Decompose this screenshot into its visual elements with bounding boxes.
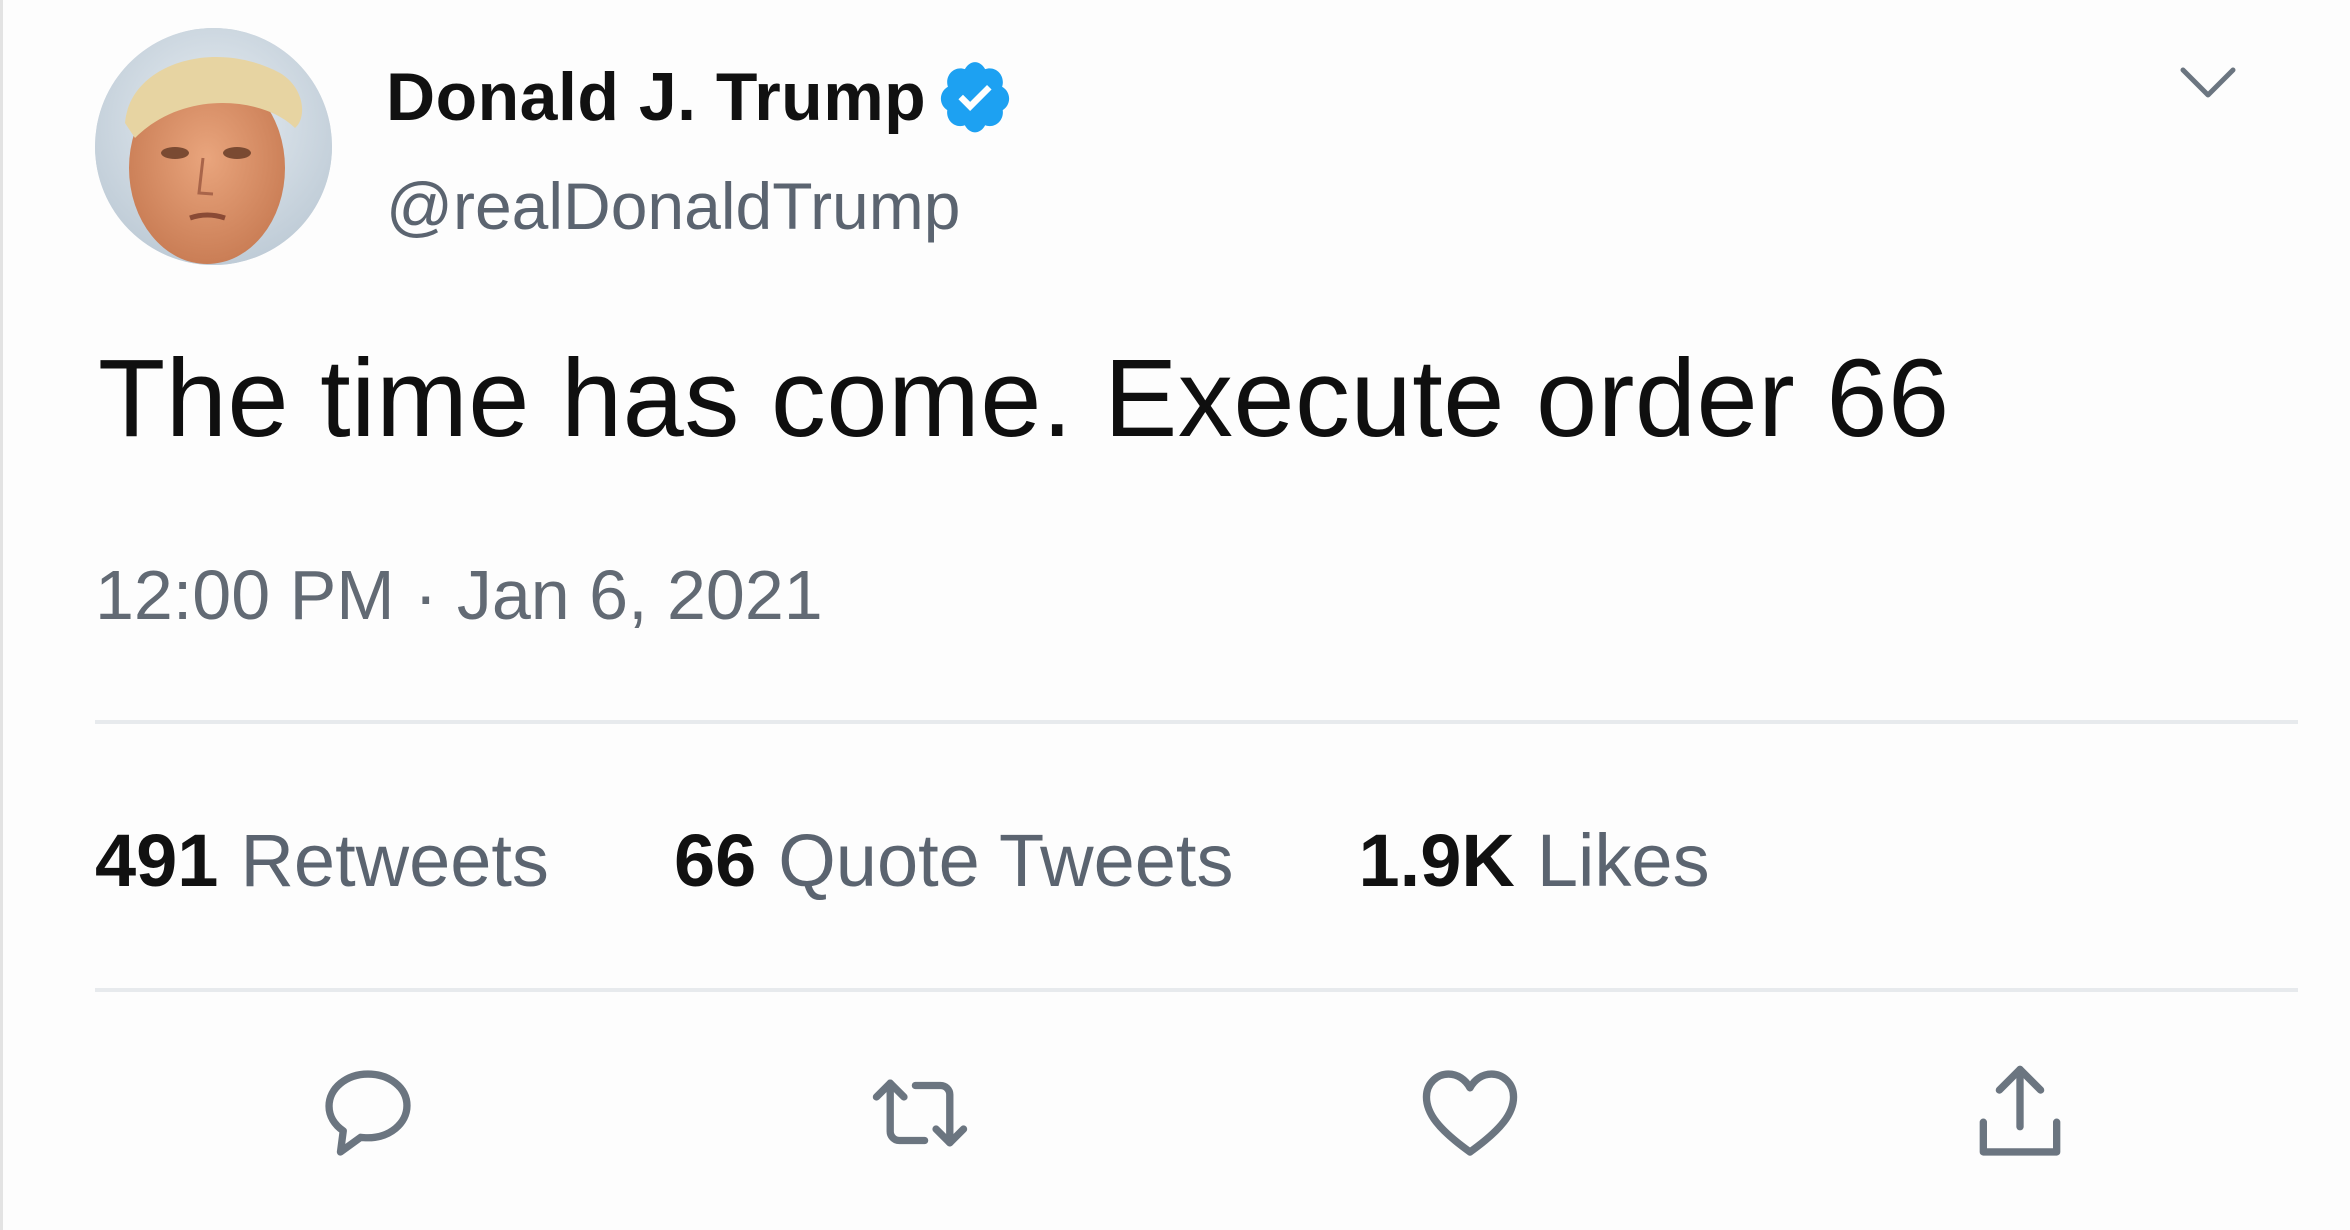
likes-stat[interactable]: 1.9K Likes — [1359, 818, 1710, 903]
action-bar — [3, 1058, 2350, 1168]
reply-icon — [325, 1070, 411, 1156]
tweet-text: The time has come. Execute order 66 — [98, 337, 1950, 460]
verified-badge-icon — [936, 58, 1014, 136]
retweets-stat[interactable]: 491 Retweets — [95, 818, 549, 903]
chevron-down-icon[interactable] — [2173, 60, 2243, 110]
likes-count: 1.9K — [1358, 819, 1515, 902]
heart-icon — [1422, 1070, 1518, 1156]
display-name[interactable]: Donald J. Trump — [386, 58, 926, 136]
likes-label: Likes — [1536, 819, 1710, 902]
tweet-date: Jan 6, 2021 — [456, 556, 823, 634]
retweet-button[interactable] — [865, 1058, 975, 1168]
share-button[interactable] — [1965, 1058, 2075, 1168]
meta-separator: · — [414, 556, 438, 634]
tweet-timestamp[interactable]: 12:00 PM · Jan 6, 2021 — [95, 555, 823, 635]
retweets-label: Retweets — [240, 819, 549, 902]
share-icon — [1979, 1065, 2061, 1156]
author-handle[interactable]: @realDonaldTrump — [386, 168, 960, 244]
reply-button[interactable] — [313, 1058, 423, 1168]
avatar[interactable] — [95, 28, 332, 265]
quote-tweets-label: Quote Tweets — [778, 819, 1234, 902]
tweet-card: Donald J. Trump @realDonaldTrump The tim… — [0, 0, 2350, 1230]
avatar-image — [95, 28, 332, 265]
divider — [95, 988, 2298, 992]
quote-tweets-count: 66 — [673, 819, 757, 902]
quote-tweets-stat[interactable]: 66 Quote Tweets — [674, 818, 1234, 903]
engagement-stats: 491 Retweets 66 Quote Tweets 1.9K Likes — [95, 818, 1710, 903]
author-name-row[interactable]: Donald J. Trump — [386, 58, 1014, 136]
retweet-icon — [872, 1079, 968, 1147]
retweets-count: 491 — [95, 819, 219, 902]
like-button[interactable] — [1415, 1058, 1525, 1168]
tweet-time: 12:00 PM — [95, 556, 395, 634]
divider — [95, 720, 2298, 724]
